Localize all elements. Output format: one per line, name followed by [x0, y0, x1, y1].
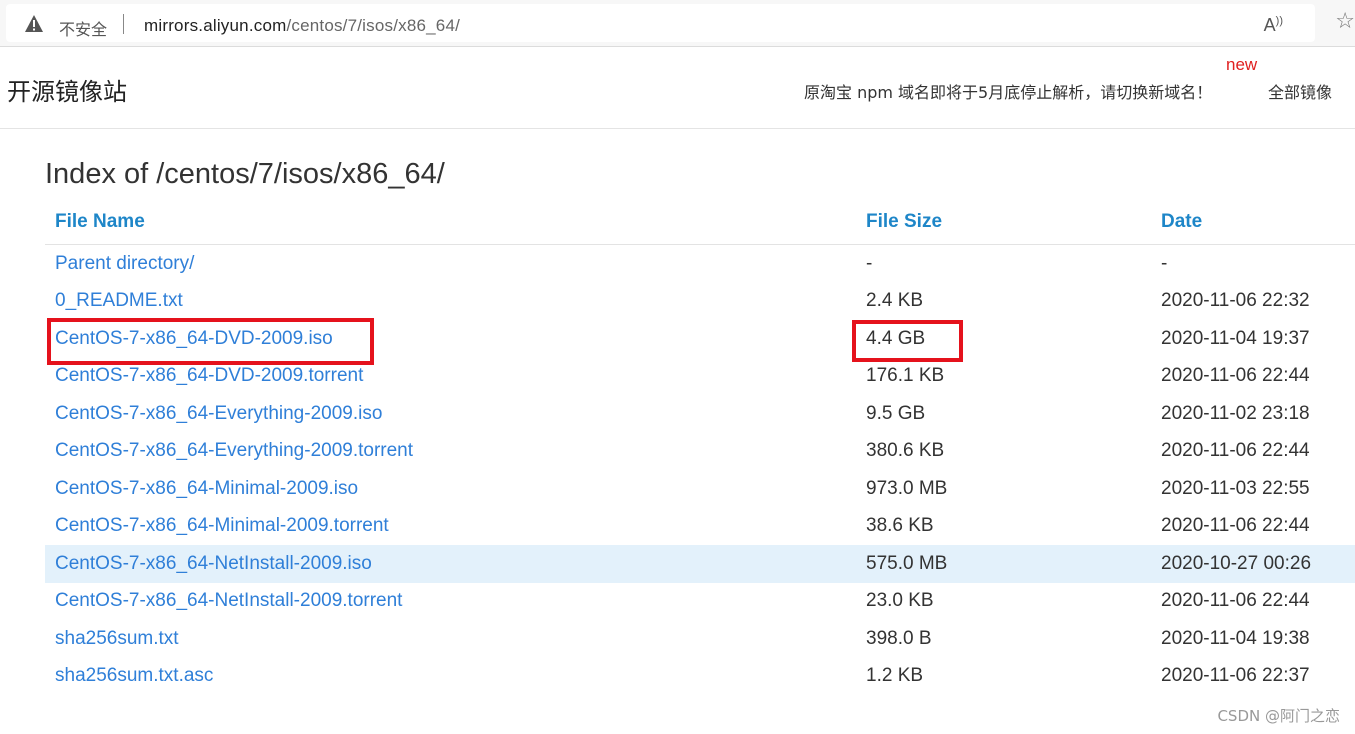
file-name-cell: sha256sum.txt	[45, 620, 856, 658]
table-row[interactable]: CentOS-7-x86_64-Minimal-2009.torrent 38.6…	[45, 508, 1355, 546]
file-name-cell: CentOS-7-x86_64-Everything-2009.iso	[45, 395, 856, 433]
file-date-cell: 2020-11-06 22:44	[1161, 440, 1310, 462]
file-size-cell: 9.5 GB	[866, 402, 926, 424]
star-icon[interactable]: ☆	[1335, 8, 1355, 34]
annotation-box-filesize	[852, 320, 963, 362]
file-name-cell: CentOS-7-x86_64-NetInstall-2009.iso	[45, 545, 856, 583]
file-link[interactable]: CentOS-7-x86_64-NetInstall-2009.iso	[55, 553, 372, 574]
url-path: /centos/7/isos/x86_64/	[286, 16, 461, 35]
file-link[interactable]: sha256sum.txt.asc	[55, 665, 213, 686]
file-date-cell: 2020-11-06 22:32	[1161, 290, 1310, 312]
file-date-cell: 2020-11-02 23:18	[1161, 402, 1310, 424]
file-link[interactable]: CentOS-7-x86_64-DVD-2009.torrent	[55, 365, 363, 386]
file-link[interactable]: CentOS-7-x86_64-Minimal-2009.torrent	[55, 515, 389, 536]
column-header-name[interactable]: File Name	[45, 200, 856, 245]
file-size-cell: 575.0 MB	[856, 545, 1151, 583]
file-date-cell: 2020-11-06 22:44	[1161, 365, 1310, 387]
file-size-cell: 1.2 KB	[866, 665, 924, 687]
file-link[interactable]: CentOS-7-x86_64-Everything-2009.iso	[55, 403, 382, 424]
url-host: mirrors.aliyun.com	[144, 16, 287, 35]
file-date-cell: 2020-11-04 19:38	[1161, 627, 1310, 649]
file-size-cell: 398.0 B	[866, 627, 932, 649]
file-date-cell: 2020-11-06 22:44	[1161, 515, 1310, 537]
npm-notice-link[interactable]: 原淘宝 npm 域名即将于5月底停止解析，请切换新域名！	[804, 79, 1212, 103]
table-row[interactable]: CentOS-7-x86_64-Minimal-2009.iso 973.0 MB…	[45, 470, 1355, 508]
table-row[interactable]: 0_README.txt 2.4 KB 2020-11-06 22:32	[45, 283, 1355, 321]
file-rows: Parent directory/ - - 0_README.txt 2.4 KB 202…	[45, 245, 1355, 696]
annotation-box-filename	[47, 318, 374, 365]
table-row[interactable]: CentOS-7-x86_64-Everything-2009.torrent 3…	[45, 433, 1355, 471]
file-link[interactable]: sha256sum.txt	[55, 628, 179, 649]
file-date-cell: 2020-11-06 22:44	[1161, 590, 1310, 612]
security-label[interactable]: 不安全	[59, 16, 107, 40]
file-size-cell: 38.6 KB	[866, 515, 934, 537]
address-bar[interactable]: 不安全 mirrors.aliyun.com/centos/7/isos/x86…	[6, 4, 1315, 42]
file-link[interactable]: Parent directory/	[55, 253, 194, 274]
file-size-cell: -	[866, 252, 873, 274]
file-date-cell: 2020-11-04 19:37	[1161, 327, 1310, 349]
file-name-cell: sha256sum.txt.asc	[45, 658, 856, 696]
browser-toolbar: 不安全 mirrors.aliyun.com/centos/7/isos/x86…	[0, 0, 1355, 47]
table-row[interactable]: CentOS-7-x86_64-NetInstall-2009.torrent 2…	[45, 583, 1355, 621]
file-link[interactable]: CentOS-7-x86_64-Minimal-2009.iso	[55, 478, 358, 499]
file-date-cell: 2020-11-06 22:37	[1161, 665, 1310, 687]
file-size-cell: 176.1 KB	[866, 365, 945, 387]
file-date-cell: 2020-11-03 22:55	[1161, 477, 1310, 499]
address-separator	[123, 14, 124, 34]
file-name-cell: CentOS-7-x86_64-Everything-2009.torrent	[45, 433, 856, 471]
file-name-cell: CentOS-7-x86_64-Minimal-2009.torrent	[45, 508, 856, 546]
file-name-cell: 0_README.txt	[45, 283, 856, 321]
file-size-cell: 380.6 KB	[866, 440, 945, 462]
file-size-cell: 973.0 MB	[866, 477, 948, 499]
table-row[interactable]: sha256sum.txt.asc 1.2 KB 2020-11-06 22:37	[45, 658, 1355, 696]
table-row[interactable]: sha256sum.txt 398.0 B 2020-11-04 19:38	[45, 620, 1355, 658]
watermark: CSDN @阿门之恋	[1217, 707, 1340, 725]
table-row[interactable]: CentOS-7-x86_64-Everything-2009.iso 9.5 G…	[45, 395, 1355, 433]
file-name-cell: CentOS-7-x86_64-NetInstall-2009.torrent	[45, 583, 856, 621]
warning-icon[interactable]	[24, 14, 44, 34]
page-title: Index of /centos/7/isos/x86_64/	[45, 158, 445, 190]
table-header-row: File Name File Size Date	[45, 200, 1355, 245]
file-link[interactable]: 0_README.txt	[55, 290, 183, 311]
site-logo[interactable]: 开源镜像站	[7, 72, 127, 107]
file-size-cell: 2.4 KB	[866, 290, 924, 312]
file-link[interactable]: CentOS-7-x86_64-NetInstall-2009.torrent	[55, 590, 402, 611]
site-header: 开源镜像站 new 原淘宝 npm 域名即将于5月底停止解析，请切换新域名！ 全…	[0, 48, 1355, 129]
column-header-date[interactable]: Date	[1151, 200, 1355, 245]
file-name-cell: CentOS-7-x86_64-Minimal-2009.iso	[45, 470, 856, 508]
file-link[interactable]: CentOS-7-x86_64-Everything-2009.torrent	[55, 440, 413, 461]
column-header-size[interactable]: File Size	[856, 200, 1151, 245]
file-name-cell: Parent directory/	[45, 245, 856, 283]
table-row[interactable]: CentOS-7-x86_64-NetInstall-2009.iso 575.0…	[45, 545, 1355, 583]
file-table: File Name File Size Date Parent director…	[45, 200, 1355, 695]
file-date-cell: -	[1161, 252, 1168, 274]
file-date-cell: 2020-10-27 00:26	[1151, 545, 1355, 583]
file-size-cell: 23.0 KB	[866, 590, 934, 612]
new-badge: new	[1226, 55, 1258, 74]
url-text[interactable]: mirrors.aliyun.com/centos/7/isos/x86_64/	[144, 16, 460, 36]
all-mirrors-link[interactable]: 全部镜像	[1268, 79, 1332, 103]
table-row[interactable]: Parent directory/ - -	[45, 245, 1355, 283]
read-aloud-icon[interactable]: A))	[1264, 15, 1283, 36]
